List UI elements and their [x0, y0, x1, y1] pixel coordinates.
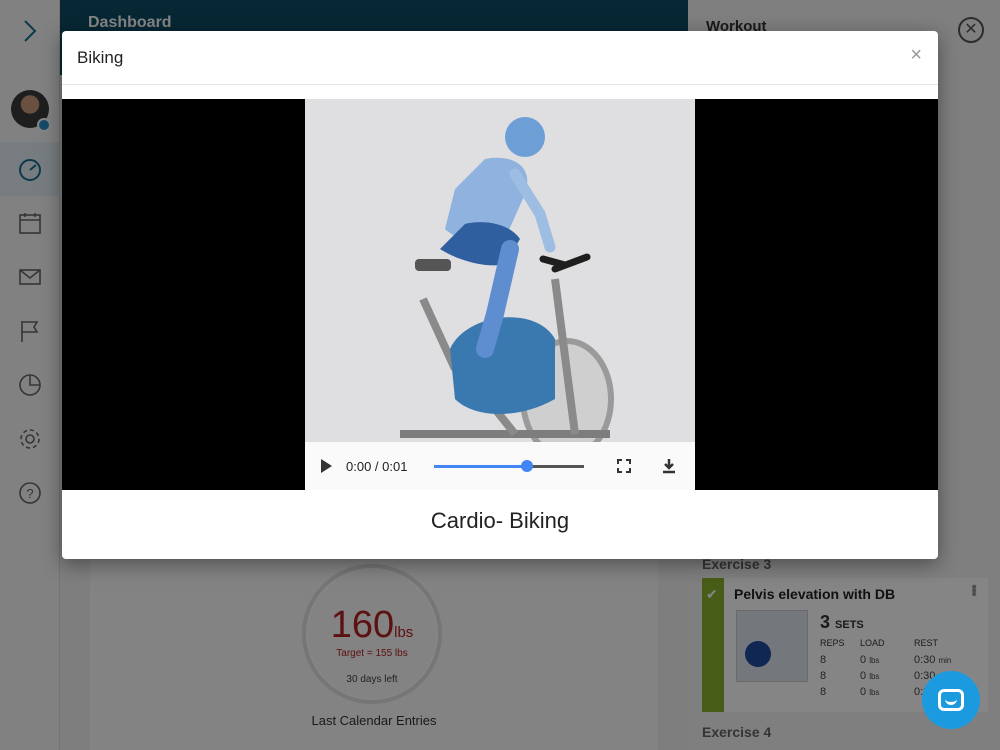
video-player[interactable]: 0:00 / 0:01	[62, 99, 938, 490]
download-icon[interactable]	[661, 458, 677, 474]
video-progress-knob[interactable]	[521, 459, 533, 472]
video-progress-fill	[434, 464, 527, 468]
video-progress-slider[interactable]	[434, 459, 584, 472]
video-modal: Biking × 0:00 / 0:01 Cardio- Biking	[62, 31, 938, 559]
video-frame[interactable]	[305, 99, 695, 490]
play-icon[interactable]	[321, 459, 332, 473]
video-controls: 0:00 / 0:01	[305, 442, 695, 490]
cyclist-illustration	[400, 117, 614, 460]
video-time: 0:00 / 0:01	[346, 458, 408, 474]
close-icon[interactable]: ×	[910, 45, 922, 65]
video-caption: Cardio- Biking	[430, 508, 570, 533]
modal-title: Biking	[62, 31, 938, 85]
chat-icon[interactable]	[922, 671, 980, 729]
fullscreen-icon[interactable]	[617, 459, 631, 473]
